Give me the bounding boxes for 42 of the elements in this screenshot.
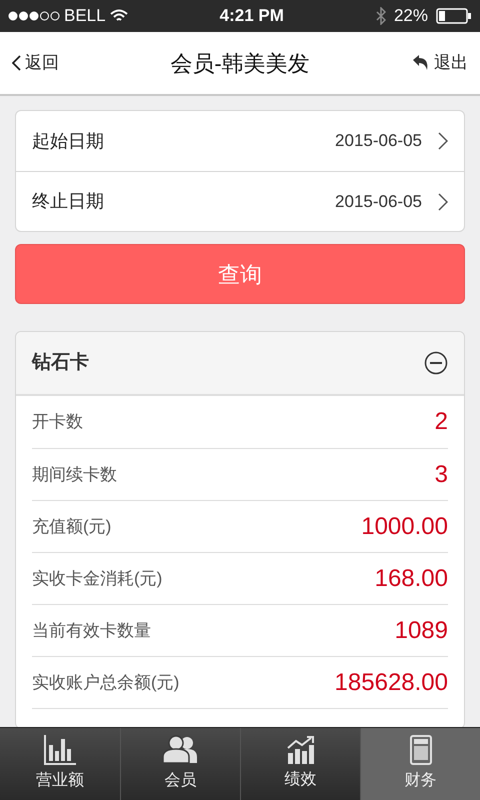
clock-time: 4:21 PM — [220, 5, 284, 28]
stat-value: 1089 — [394, 616, 448, 646]
page-title: 会员-韩美美发 — [170, 50, 310, 78]
people-icon — [162, 735, 198, 765]
battery-percent: 22% — [394, 5, 428, 28]
stat-label: 期间续卡数 — [32, 464, 117, 486]
stat-value: 185628.00 — [334, 668, 448, 698]
chevron-right-icon — [438, 132, 448, 150]
tab-item[interactable]: 会员 — [120, 728, 240, 800]
stat-label: 开卡数 — [32, 411, 83, 434]
stat-value: 2 — [434, 407, 448, 437]
stat-value: 3 — [434, 460, 448, 490]
stat-value: 168.00 — [374, 564, 448, 594]
back-button[interactable]: 返回 — [12, 50, 59, 76]
bar-chart-icon — [44, 735, 76, 765]
chevron-right-icon — [438, 192, 448, 210]
growth-chart-icon — [286, 736, 314, 764]
date-value: 2015-06-05 — [335, 190, 422, 213]
exit-button[interactable]: 退出 — [412, 50, 468, 76]
carrier-name: BELL — [64, 5, 106, 28]
undo-arrow-icon — [412, 55, 430, 71]
date-row[interactable]: 终止日期 2015-06-05 — [16, 171, 464, 231]
stat-label: 实收账户总余额(元) — [32, 672, 180, 694]
stat-value: 1000.00 — [361, 512, 448, 542]
date-label: 起始日期 — [32, 130, 104, 152]
date-label: 终止日期 — [32, 190, 104, 213]
bluetooth-icon — [376, 7, 386, 25]
wifi-icon — [110, 9, 128, 23]
collapse-icon[interactable] — [424, 351, 448, 375]
stat-label: 当前有效卡数量 — [32, 620, 151, 642]
stat-label: 充值额(元) — [32, 516, 112, 538]
tab-item[interactable]: 营业额 — [0, 728, 120, 800]
date-row[interactable]: 起始日期 2015-06-05 — [16, 111, 464, 171]
date-value: 2015-06-05 — [335, 130, 422, 152]
chevron-left-icon — [12, 55, 21, 71]
card-header[interactable]: 钻石卡 — [16, 332, 464, 396]
stat-label: 实收卡金消耗(元) — [32, 568, 162, 590]
card-title: 钻石卡 — [32, 350, 89, 375]
tab-item[interactable]: 财务 — [360, 728, 480, 800]
battery-icon — [436, 8, 472, 24]
signal-icon — [8, 11, 60, 21]
calculator-icon — [410, 735, 432, 765]
